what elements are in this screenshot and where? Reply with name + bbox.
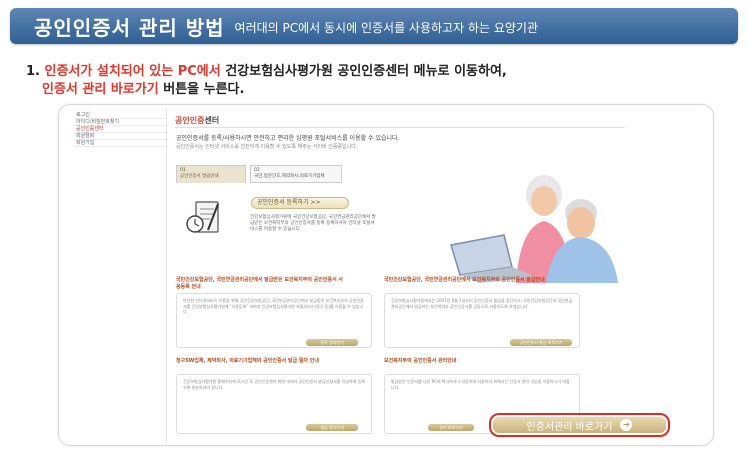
content-divider bbox=[166, 108, 167, 444]
instruction-highlight-1: 인증서가 설치되어 있는 PC에서 bbox=[44, 64, 221, 79]
page-title-rest: 센터 bbox=[204, 116, 220, 125]
instruction-text-4: 버튼을 누른다. bbox=[158, 82, 245, 97]
box-body: 건강보험심사평가원 홈페이지에 로그인 후 공인인증센터 화면 내에서 공인인증… bbox=[183, 379, 365, 390]
register-cert-button[interactable]: 공인인증서 등록하기 >> bbox=[251, 197, 349, 209]
cert-manage-shortcut-label: 인증서관리 바로가기 bbox=[526, 421, 613, 433]
banner-subtitle: 여러대의 PC에서 동시에 인증서를 사용하고자 하는 요양기관 bbox=[234, 21, 538, 35]
intro-subtext: 공인인증서는 인터넷 서비스를 안전하게 이용할 수 있도록 해주는 사이버 인… bbox=[176, 144, 358, 150]
register-description: 건강보험심사평가원에 국민건강보험공단, 국민연금관리공단에서 발급받은 보건복… bbox=[250, 215, 376, 232]
step-number: 1. bbox=[26, 64, 40, 79]
page-title-highlight: 공인인증 bbox=[175, 116, 205, 125]
sidebar-item-login[interactable]: 로그인 bbox=[74, 112, 166, 119]
tab-cert-issue[interactable]: 01 공인인증서 발급안내 bbox=[176, 165, 246, 183]
box-title-cert-manage: 보건복지부의 공인인증서 관리안내 bbox=[384, 358, 457, 364]
register-procedure-button[interactable]: 등록 절차안내 bbox=[306, 339, 358, 346]
box-title-usage-register: 국민건강보험공단, 국민연금관리공단에서 발급받은 보건복지부의 공인인증서 사… bbox=[176, 277, 344, 290]
tab-label: 국민,방문간호,제약회사,의료기기업체 bbox=[254, 174, 325, 179]
tab-label: 공인인증서 발급안내 bbox=[180, 174, 219, 179]
manage-shortcut-small-button[interactable]: 관리 바로가기 bbox=[428, 424, 474, 431]
sidebar-item-cert-center[interactable]: 공인인증센터 bbox=[74, 126, 166, 133]
senior-couple-laptop-photo bbox=[446, 165, 626, 283]
sidebar-item-withdraw[interactable]: 회원탈퇴 bbox=[74, 133, 166, 140]
box-body: 안전한 인터넷서비스 이용을 위해 국민건강보험공단, 국민연금관리공단에서 발… bbox=[183, 298, 364, 314]
instruction-highlight-2: 인증서 관리 바로가기 bbox=[42, 82, 159, 97]
cert-manage-shortcut-button[interactable]: 인증서관리 바로가기 ➔ bbox=[489, 413, 670, 437]
box-title-cert-issue: 국민건강보험공단, 국민연금관리공단에서 보건복지부의 공인인증서 발급안내 bbox=[384, 277, 545, 283]
page-title: 공인인증센터 bbox=[175, 115, 219, 126]
cert-manage-shortcut-inner[interactable]: 인증서관리 바로가기 ➔ bbox=[493, 417, 666, 433]
banner-title: 공인인증서 관리 방법 bbox=[34, 15, 225, 40]
tab-companies[interactable]: 02 국민,방문간호,제약회사,의료기기업체 bbox=[250, 165, 342, 183]
intro-text: 공인인증서를 등록/사용하시면 안전하고 편리한 심평원 포털서비스를 이용할 … bbox=[176, 135, 400, 142]
arrow-right-icon: ➔ bbox=[620, 419, 633, 431]
sidebar-item-find-account[interactable]: 아이디/비밀번호찾기 bbox=[74, 119, 166, 126]
cert-issue-link-button[interactable]: 공인인증서 발급 바로가기 bbox=[510, 339, 572, 346]
title-divider bbox=[175, 127, 625, 128]
instruction-text-2: 건강보험심사평가원 공인인증센터 메뉴로 이동하여, bbox=[220, 64, 507, 79]
sidebar-item-signup[interactable]: 회원가입 bbox=[74, 140, 166, 147]
instruction-text: 1. 인증서가 설치되어 있는 PC에서 건강보험심사평가원 공인인증센터 메뉴… bbox=[26, 63, 507, 99]
issue-procedure-button[interactable]: 발급 절차안내 bbox=[306, 424, 358, 431]
box-title-company-issue: 청구SW업체, 제약회사, 의료기기업체의 공인인증서 발급 절차 안내 bbox=[176, 358, 319, 364]
box-body: 건강보험심사평가원에서는 2007년 8월 1일부터 공인인증서 발급을 중단하… bbox=[391, 298, 573, 309]
box-body: 발급받은 인증서를 다른 PC에 복사하거나 이동하여 사용하기 위해서는 인증… bbox=[391, 379, 570, 390]
sidebar: 로그인 아이디/비밀번호찾기 공인인증센터 회원탈퇴 회원가입 bbox=[74, 112, 166, 147]
document-pen-icon bbox=[186, 201, 219, 233]
page-banner: 공인인증서 관리 방법 여러대의 PC에서 동시에 인증서를 사용하고자 하는 … bbox=[10, 8, 738, 44]
